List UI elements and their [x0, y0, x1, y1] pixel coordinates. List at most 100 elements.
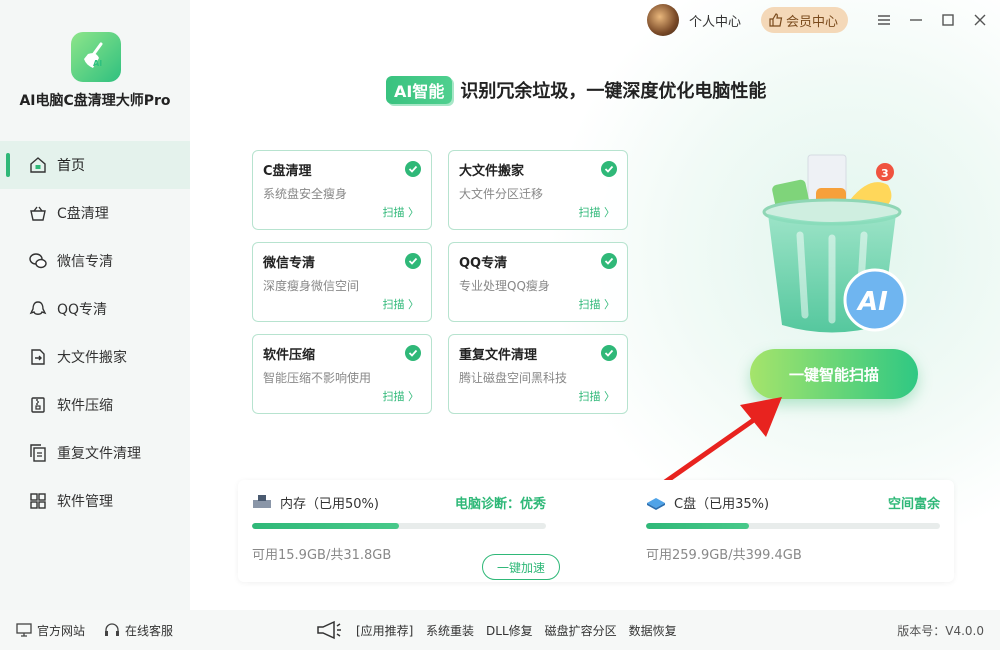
ai-badge: AI智能: [386, 76, 453, 104]
personal-center-link[interactable]: 个人中心: [689, 11, 741, 30]
svg-text:AI: AI: [856, 287, 888, 317]
memory-section: 内存（已用50%) 电脑诊断：优秀 可用15.9GB/共31.8GB 一键加速: [252, 492, 560, 580]
sidebar: AI AI电脑C盘清理大师Pro 首页 C盘清理 微信专清 QQ专清 大文件搬家…: [0, 0, 190, 610]
hamburger-icon: [878, 15, 890, 25]
sidebar-item-label: 重复文件清理: [57, 446, 141, 462]
sidebar-item-label: 大文件搬家: [57, 350, 127, 366]
zip-icon: [28, 395, 48, 415]
app-link-disk-partition[interactable]: 磁盘扩容分区: [545, 622, 617, 639]
app-recommend-label: [应用推荐]: [356, 623, 414, 638]
vip-center-button[interactable]: 会员中心: [760, 7, 848, 33]
check-icon: [601, 345, 617, 361]
sidebar-item-software-compress[interactable]: 软件压缩: [0, 381, 190, 429]
card-desc: 深度瘦身微信空间: [263, 279, 360, 293]
wechat-icon: [28, 251, 48, 271]
sidebar-item-wechat-clean[interactable]: 微信专清: [0, 237, 190, 285]
file-move-icon: [28, 347, 48, 367]
official-website-label: 官方网站: [37, 623, 86, 638]
sidebar-item-qq-clean[interactable]: QQ专清: [0, 285, 190, 333]
check-icon: [405, 253, 421, 269]
card-title: C盘清理: [263, 164, 312, 179]
smart-scan-button[interactable]: 一键智能扫描: [750, 349, 918, 399]
monitor-icon: [16, 623, 32, 637]
sidebar-item-label: QQ专清: [57, 302, 108, 318]
check-icon: [405, 161, 421, 177]
card-wechat-clean[interactable]: 微信专清 深度瘦身微信空间 扫描 〉: [252, 242, 432, 322]
card-duplicate-clean[interactable]: 重复文件清理 腾让磁盘空间黑科技 扫描 〉: [448, 334, 628, 414]
card-title: 大文件搬家: [459, 164, 525, 179]
card-title: 重复文件清理: [459, 348, 538, 363]
sidebar-item-label: 软件压缩: [57, 398, 113, 414]
disk-name: C盘（已用35%): [674, 496, 770, 512]
megaphone-icon: [317, 620, 341, 640]
card-desc: 大文件分区迁移: [459, 187, 544, 201]
recommended-apps: 系统重装 DLL修复 磁盘扩容分区 数据恢复: [426, 622, 677, 639]
check-icon: [601, 161, 617, 177]
broom-icon: AI: [84, 42, 103, 68]
card-c-drive-clean[interactable]: C盘清理 系统盘安全瘦身 扫描 〉: [252, 150, 432, 230]
duplicate-file-icon: [28, 443, 48, 463]
apps-grid-icon: [28, 491, 48, 511]
disk-available: 可用259.9GB/共399.4GB: [646, 548, 802, 563]
speed-up-button[interactable]: 一键加速: [482, 554, 560, 580]
memory-usage-bar: [252, 523, 546, 529]
sidebar-item-software-manage[interactable]: 软件管理: [0, 477, 190, 525]
memory-name: 内存（已用50%): [280, 496, 379, 512]
app-link-data-recovery[interactable]: 数据恢复: [629, 622, 677, 639]
minimize-button[interactable]: [900, 0, 932, 40]
sidebar-nav: 首页 C盘清理 微信专清 QQ专清 大文件搬家 软件压缩 重复文件清理 软件管理: [0, 141, 190, 525]
close-button[interactable]: [964, 0, 996, 40]
card-title: 软件压缩: [263, 348, 316, 363]
online-support-link[interactable]: 在线客服: [104, 622, 173, 639]
headline-text: 识别冗余垃圾，一键深度优化电脑性能: [460, 81, 767, 102]
sidebar-item-label: 软件管理: [57, 494, 113, 510]
basket-icon: [28, 203, 48, 223]
disk-status: 空间富余: [887, 496, 940, 512]
sidebar-item-large-file-move[interactable]: 大文件搬家: [0, 333, 190, 381]
sidebar-item-label: 首页: [57, 158, 85, 174]
scan-link[interactable]: 扫描 〉: [579, 296, 616, 312]
maximize-icon: [942, 14, 954, 26]
card-qq-clean[interactable]: QQ专清 专业处理QQ瘦身 扫描 〉: [448, 242, 628, 322]
scan-link[interactable]: 扫描 〉: [383, 388, 420, 404]
card-software-compress[interactable]: 软件压缩 智能压缩不影响使用 扫描 〉: [252, 334, 432, 414]
sidebar-item-home[interactable]: 首页: [0, 141, 190, 189]
card-large-file-move[interactable]: 大文件搬家 大文件分区迁移 扫描 〉: [448, 150, 628, 230]
vip-center-label: 会员中心: [785, 14, 838, 30]
sidebar-item-c-drive-clean[interactable]: C盘清理: [0, 189, 190, 237]
scan-link[interactable]: 扫描 〉: [383, 204, 420, 220]
check-icon: [601, 253, 617, 269]
close-icon: [974, 14, 986, 26]
sidebar-item-duplicate-clean[interactable]: 重复文件清理: [0, 429, 190, 477]
app-logo: AI: [71, 32, 121, 82]
thumbs-up-icon: [769, 13, 783, 27]
disk-section: C盘（已用35%) 空间富余 可用259.9GB/共399.4GB: [646, 492, 940, 563]
app-link-system-reinstall[interactable]: 系统重装: [426, 622, 474, 639]
menu-button[interactable]: [868, 0, 900, 40]
svg-text:AI: AI: [93, 59, 102, 68]
home-icon: [28, 155, 48, 175]
svg-text:3: 3: [881, 167, 889, 180]
sidebar-item-label: 微信专清: [57, 254, 113, 270]
app-title: AI电脑C盘清理大师Pro: [19, 93, 171, 109]
card-title: 微信专清: [263, 256, 316, 271]
headline: AI智能 识别冗余垃圾，一键深度优化电脑性能: [386, 76, 766, 104]
card-desc: 系统盘安全瘦身: [263, 187, 348, 201]
app-link-dll-repair[interactable]: DLL修复: [486, 622, 533, 639]
main-area: 个人中心 会员中心 AI智能 识别冗余垃圾，一键深度优化电脑性能 C盘清理 系统…: [190, 0, 1000, 610]
headset-icon: [105, 623, 119, 636]
memory-usage-fill: [252, 523, 399, 529]
qq-icon: [28, 299, 48, 319]
topbar: 个人中心 会员中心: [646, 0, 1000, 40]
disk-usage-bar: [646, 523, 940, 529]
version-label: 版本号：V4.0.0: [897, 623, 984, 638]
check-icon: [405, 345, 421, 361]
avatar[interactable]: [646, 4, 679, 36]
maximize-button[interactable]: [932, 0, 964, 40]
scan-link[interactable]: 扫描 〉: [383, 296, 420, 312]
official-website-link[interactable]: 官方网站: [16, 622, 85, 639]
system-status-panel: 内存（已用50%) 电脑诊断：优秀 可用15.9GB/共31.8GB 一键加速 …: [238, 480, 954, 582]
diagnosis-status: 电脑诊断：优秀: [454, 496, 546, 512]
online-support-label: 在线客服: [125, 623, 174, 638]
scan-link[interactable]: 扫描 〉: [579, 204, 616, 220]
